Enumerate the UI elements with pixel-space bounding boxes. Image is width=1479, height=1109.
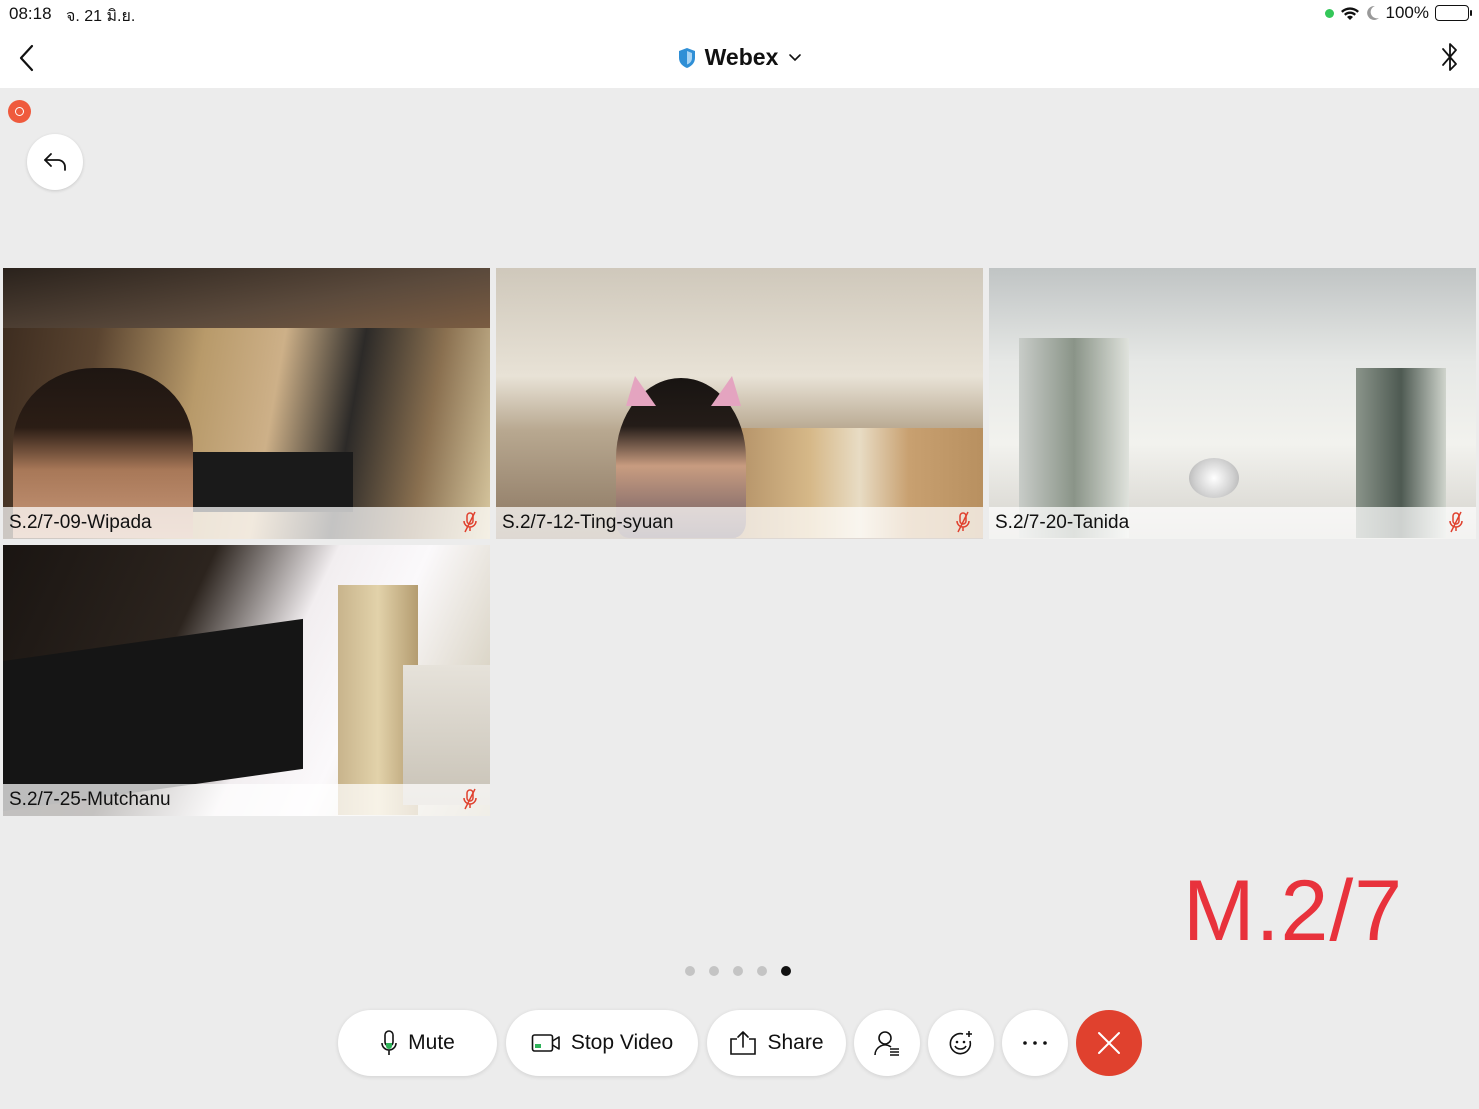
app-title: Webex (704, 44, 779, 70)
participant-video-tile[interactable]: S.2/7-20-Tanida (989, 268, 1476, 539)
participant-name: S.2/7-20-Tanida (989, 507, 1476, 539)
mic-muted-icon (463, 788, 477, 810)
meeting-controls: Mute Stop Video Share (0, 1010, 1479, 1076)
page-dot[interactable] (685, 966, 695, 976)
collapse-view-button[interactable] (27, 134, 83, 190)
shield-icon (678, 47, 695, 68)
battery-icon (1435, 5, 1472, 21)
page-dot-active[interactable] (781, 966, 791, 976)
status-time: 08:18 (9, 4, 52, 23)
participant-video-tile[interactable]: S.2/7-12-Ting-syuan (496, 268, 983, 539)
status-date: จ. 21 มิ.ย. (66, 8, 136, 25)
stop-video-label: Stop Video (570, 1031, 674, 1054)
video-feed (989, 268, 1476, 539)
more-options-button[interactable] (1002, 1010, 1068, 1076)
battery-percent: 100% (1385, 3, 1429, 22)
chevron-down-icon (789, 53, 802, 61)
microphone-icon (381, 1030, 397, 1055)
participant-name: S.2/7-09-Wipada (3, 507, 490, 539)
page-dot[interactable] (709, 966, 719, 976)
status-indicators: 100% (1324, 3, 1472, 23)
camera-in-use-icon (1324, 8, 1334, 18)
mute-button[interactable]: Mute (338, 1010, 497, 1076)
mic-muted-icon (463, 511, 477, 533)
stop-video-button[interactable]: Stop Video (506, 1010, 698, 1076)
share-button[interactable]: Share (707, 1010, 846, 1076)
mute-label: Mute (408, 1031, 455, 1054)
smiley-reaction-icon (949, 1031, 972, 1055)
participants-button[interactable] (854, 1010, 920, 1076)
participant-name: S.2/7-25-Mutchanu (3, 784, 490, 816)
wifi-icon (1340, 7, 1359, 20)
mic-muted-icon (956, 511, 970, 533)
status-bar: 08:18 จ. 21 มิ.ย. 100% (0, 0, 1479, 28)
app-title-menu[interactable]: Webex (0, 44, 1479, 71)
mic-muted-icon (1449, 511, 1463, 533)
nav-bar: Webex (0, 28, 1479, 88)
participant-name: S.2/7-12-Ting-syuan (496, 507, 983, 539)
more-dots-icon (1023, 1041, 1047, 1045)
video-feed (3, 268, 490, 539)
page-dot[interactable] (733, 966, 743, 976)
do-not-disturb-moon-icon (1366, 5, 1379, 20)
recording-indicator-icon (8, 100, 31, 123)
share-upload-icon (730, 1031, 757, 1055)
class-label-overlay: M.2/7 (1183, 863, 1404, 959)
reactions-button[interactable] (928, 1010, 994, 1076)
page-dot[interactable] (757, 966, 767, 976)
undo-arrow-icon (44, 153, 66, 171)
page-indicator (685, 966, 791, 976)
participant-video-tile[interactable]: S.2/7-25-Mutchanu (3, 545, 490, 816)
end-call-button[interactable] (1076, 1010, 1142, 1076)
participants-icon (874, 1031, 899, 1056)
close-icon (1098, 1032, 1120, 1054)
participant-video-tile[interactable]: S.2/7-09-Wipada (3, 268, 490, 539)
share-label: Share (767, 1031, 824, 1054)
video-feed (3, 545, 490, 816)
video-feed (496, 268, 983, 539)
video-camera-icon (531, 1034, 560, 1052)
bluetooth-icon[interactable] (1439, 40, 1461, 74)
